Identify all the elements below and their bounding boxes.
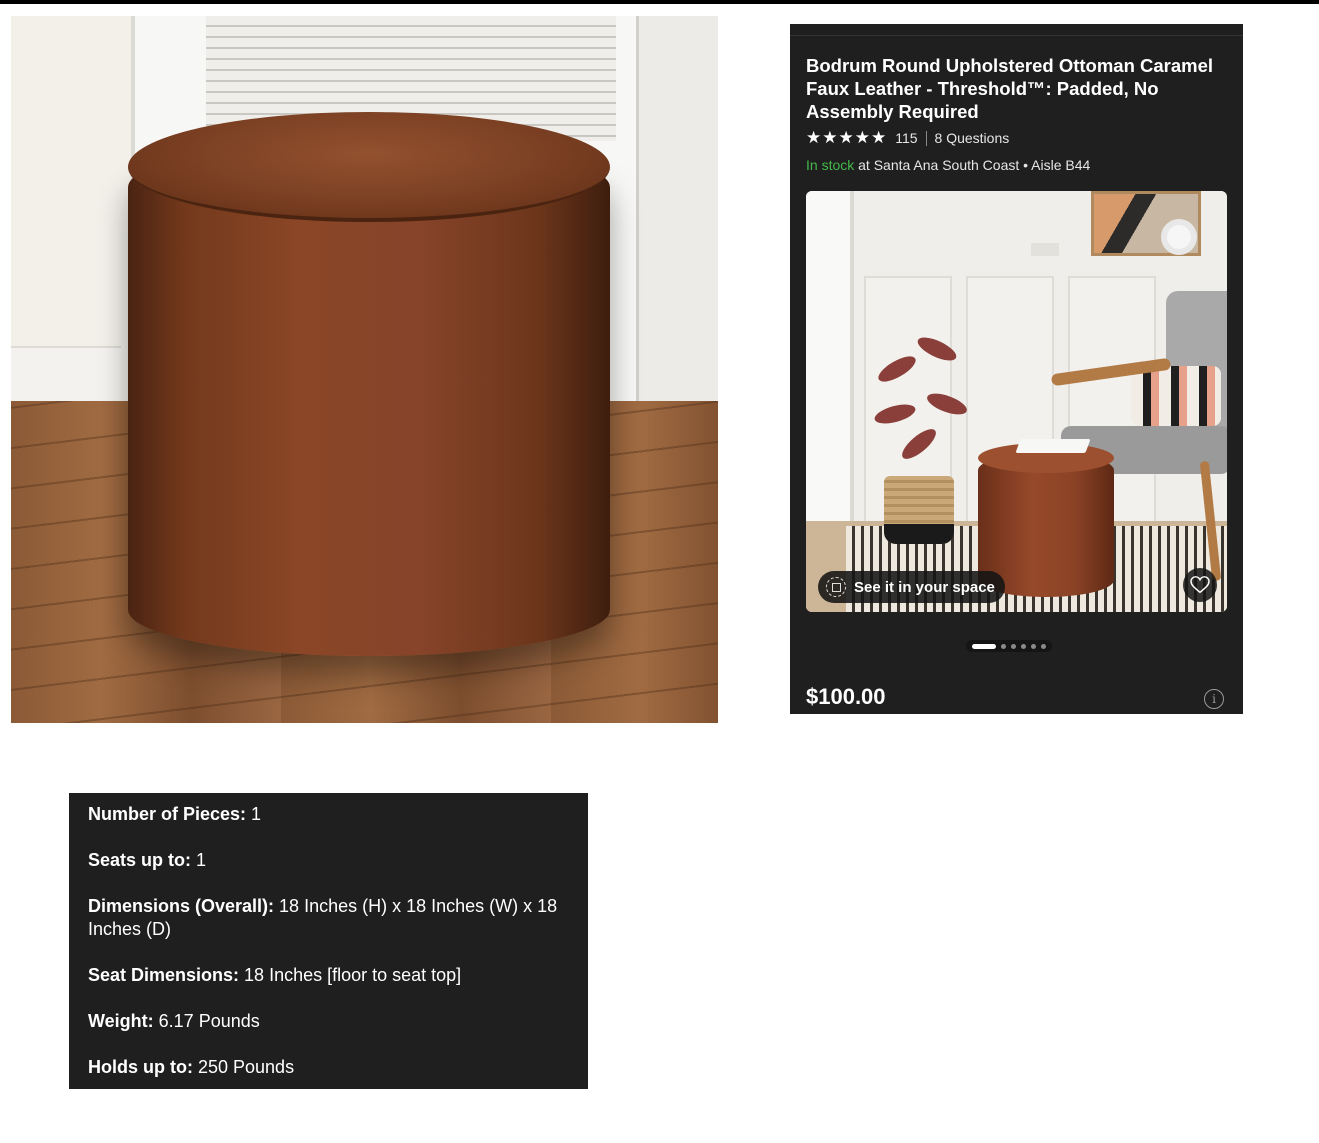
carousel-dot[interactable] xyxy=(1031,643,1036,649)
price: $100.00 xyxy=(806,684,886,709)
spec-label: Holds up to: xyxy=(88,1057,193,1077)
spec-value: 1 xyxy=(191,850,207,870)
carousel-dot[interactable] xyxy=(1021,643,1026,649)
spec-label: Dimensions (Overall): xyxy=(88,896,275,916)
photo-door-jamb xyxy=(636,16,718,416)
spec-label: Weight: xyxy=(88,1011,154,1031)
spec-label: Seat Dimensions: xyxy=(88,965,240,985)
spec-label: Number of Pieces: xyxy=(88,804,247,824)
photo-baseboard xyxy=(11,346,121,406)
info-icon[interactable]: i xyxy=(1204,689,1224,709)
scene-window xyxy=(806,191,854,571)
carousel-dot[interactable] xyxy=(1041,643,1046,649)
star-rating-icon: ★★★★★ xyxy=(806,128,888,147)
top-border xyxy=(0,0,1319,4)
spec-row: Dimensions (Overall): 18 Inches (H) x 18… xyxy=(88,895,558,941)
photo-ottoman-top xyxy=(128,112,610,222)
stock-status: In stock xyxy=(806,157,855,173)
spec-row: Holds up to: 250 Pounds xyxy=(88,1056,558,1079)
spec-row: Seats up to: 1 xyxy=(88,849,558,872)
carousel-dot[interactable] xyxy=(1011,643,1016,649)
carousel-dot[interactable] xyxy=(1001,643,1006,649)
stock-info: In stock at Santa Ana South Coast • Aisl… xyxy=(806,157,1090,173)
scene-vase xyxy=(1161,219,1197,255)
spec-value: 6.17 Pounds xyxy=(153,1011,260,1031)
specifications-panel: Number of Pieces: 1 Seats up to: 1 Dimensi… xyxy=(69,793,588,1089)
spec-label: Seats up to: xyxy=(88,850,192,870)
rating-count[interactable]: 115 xyxy=(895,130,917,146)
favorite-button[interactable] xyxy=(1183,568,1217,602)
heart-icon xyxy=(1190,576,1210,594)
scene-cup xyxy=(1031,243,1059,256)
scene-book xyxy=(1015,439,1091,453)
see-it-in-your-space-label: See it in your space xyxy=(854,578,995,596)
spec-row: Seat Dimensions: 18 Inches [floor to sea… xyxy=(88,964,558,987)
stock-location: at Santa Ana South Coast • Aisle B44 xyxy=(858,157,1091,173)
carousel-dot[interactable] xyxy=(972,643,996,649)
rating-row[interactable]: ★★★★★ 115 8 Questions xyxy=(806,128,1009,148)
scene-pillow xyxy=(1131,366,1221,426)
product-image[interactable]: See it in your space xyxy=(806,191,1227,612)
spec-value: 1 xyxy=(246,804,262,824)
scene-plant-pot-base xyxy=(884,524,954,544)
ar-cube-icon xyxy=(826,577,846,597)
ottoman-photo xyxy=(11,16,718,723)
carousel-indicator[interactable] xyxy=(966,640,1052,652)
card-top-strip xyxy=(790,24,1243,36)
spec-row: Number of Pieces: 1 xyxy=(88,803,558,826)
spec-row: Weight: 6.17 Pounds xyxy=(88,1010,558,1033)
questions-link[interactable]: 8 Questions xyxy=(935,130,1010,146)
product-title: Bodrum Round Upholstered Ottoman Caramel… xyxy=(806,55,1214,122)
spec-value: 250 Pounds xyxy=(192,1057,295,1077)
product-card: Bodrum Round Upholstered Ottoman Caramel… xyxy=(790,24,1243,714)
spec-value: 18 Inches [floor to seat top] xyxy=(239,965,462,985)
see-it-in-your-space-button[interactable]: See it in your space xyxy=(818,571,1005,603)
rating-divider xyxy=(925,130,927,146)
